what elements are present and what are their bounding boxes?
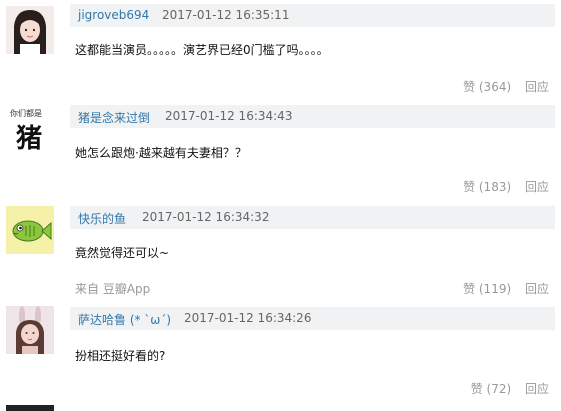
comment-actions: 赞 (72) 回应 xyxy=(471,380,549,397)
user-avatar[interactable] xyxy=(6,6,54,54)
user-avatar[interactable] xyxy=(6,206,54,254)
avatar-big-text: 猪 xyxy=(16,124,43,152)
username-link[interactable]: 萨达哈鲁 (* `ω´) xyxy=(78,311,171,328)
comment-text: 她怎么跟炮·越来越有夫妻相？？ xyxy=(75,146,247,160)
reply-button[interactable]: 回应 xyxy=(525,80,549,94)
user-avatar[interactable]: 你们都是 猪 xyxy=(6,104,54,152)
bunny-girl-icon xyxy=(6,306,54,354)
comment-text: 竟然觉得还可以~ xyxy=(75,246,170,260)
comment-time: 2017-01-12 16:34:43 xyxy=(165,109,293,123)
username-link[interactable]: 猪是念来过倒 xyxy=(78,109,150,126)
reply-button[interactable]: 回应 xyxy=(525,382,549,396)
reply-button[interactable]: 回应 xyxy=(525,282,549,296)
comment-source: 来自 豆瓣App xyxy=(75,282,151,296)
comment-time: 2017-01-12 16:34:26 xyxy=(184,311,312,325)
comment-time: 2017-01-12 16:35:11 xyxy=(162,8,290,22)
comment-text: 扮相还挺好看的? xyxy=(75,349,166,363)
reply-button[interactable]: 回应 xyxy=(525,180,549,194)
next-avatar-edge xyxy=(6,405,54,411)
cartoon-fish-icon xyxy=(6,206,54,254)
comment-header: 快乐的鱼 2017-01-12 16:34:32 xyxy=(70,206,555,229)
comment-actions: 赞 (183) 回应 xyxy=(463,178,549,195)
comment-time: 2017-01-12 16:34:32 xyxy=(142,210,270,224)
username-link[interactable]: jigroveb694 xyxy=(78,8,149,22)
comment-actions: 赞 (364) 回应 xyxy=(463,78,549,95)
like-button[interactable]: 赞 (183) xyxy=(463,180,511,194)
comment-header: 萨达哈鲁 (* `ω´) 2017-01-12 16:34:26 xyxy=(70,307,555,330)
comment-text: 这都能当演员。。。。。演艺界已经0门槛了吗。。。。 xyxy=(75,43,329,57)
comment-actions: 赞 (119) 回应 xyxy=(463,280,549,297)
comment-header: jigroveb694 2017-01-12 16:35:11 xyxy=(70,4,555,27)
user-avatar[interactable] xyxy=(6,306,54,354)
like-button[interactable]: 赞 (364) xyxy=(463,80,511,94)
comment-header: 猪是念来过倒 2017-01-12 16:34:43 xyxy=(70,105,555,128)
like-button[interactable]: 赞 (72) xyxy=(471,382,511,396)
like-button[interactable]: 赞 (119) xyxy=(463,282,511,296)
girl-photo-icon xyxy=(6,6,54,54)
username-link[interactable]: 快乐的鱼 xyxy=(78,210,126,227)
